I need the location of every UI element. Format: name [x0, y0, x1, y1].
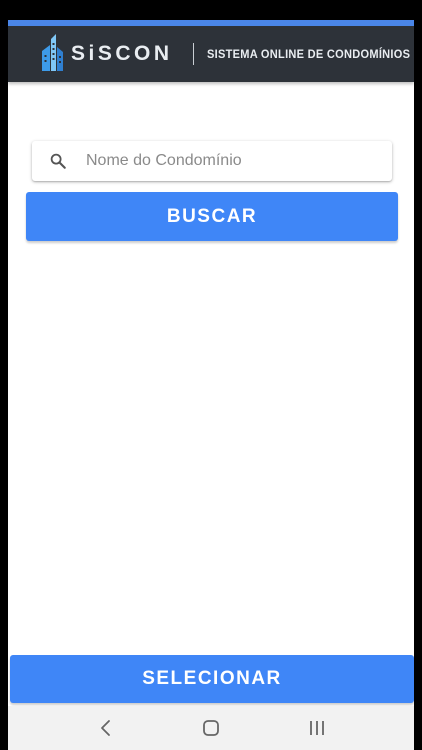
search-icon [50, 153, 66, 169]
app-screen: SiSCON SISTEMA ONLINE DE CONDOMÍNIOS BUS… [8, 20, 414, 710]
header-tagline: SISTEMA ONLINE DE CONDOMÍNIOS [207, 47, 411, 61]
condominio-search-input[interactable] [86, 149, 376, 173]
selecionar-button[interactable]: SELECIONAR [10, 655, 414, 703]
search-bar [32, 141, 392, 181]
buscar-button[interactable]: BUSCAR [26, 192, 398, 241]
header-divider [193, 43, 194, 65]
recents-icon[interactable] [305, 716, 329, 740]
home-icon[interactable] [199, 716, 223, 740]
building-logo-icon [42, 34, 63, 71]
back-icon[interactable] [94, 716, 118, 740]
system-nav-bar [8, 706, 414, 750]
status-bar [0, 0, 422, 20]
logo-text: SiSCON [71, 42, 173, 65]
app-header: SiSCON SISTEMA ONLINE DE CONDOMÍNIOS [8, 20, 414, 82]
